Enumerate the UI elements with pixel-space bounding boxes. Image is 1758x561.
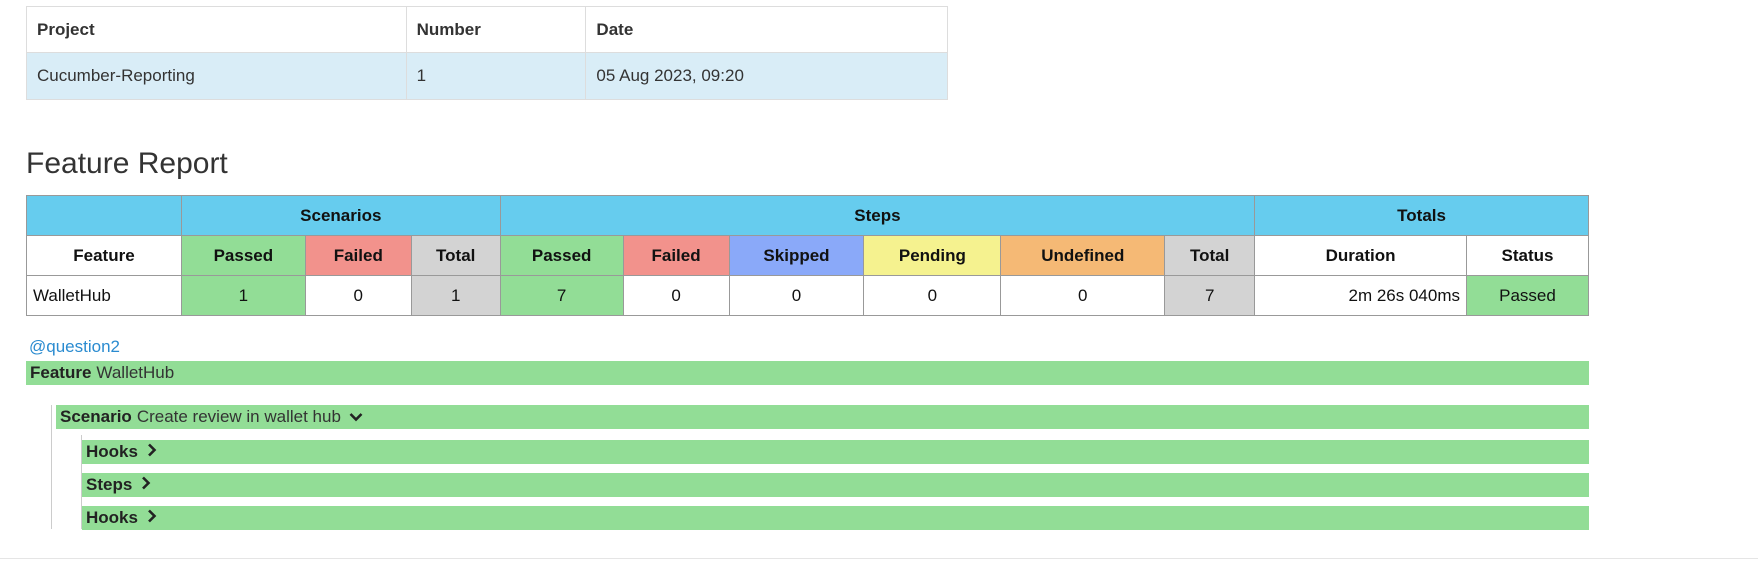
- col-steps-pending[interactable]: Pending: [863, 235, 1002, 276]
- col-feature[interactable]: Feature: [26, 235, 182, 276]
- duration-value: 2m 26s 040ms: [1254, 275, 1467, 316]
- feature-title: WalletHub: [96, 363, 175, 382]
- scenarios-total-value: 1: [410, 275, 501, 316]
- feature-stats-table: Scenarios Steps Totals Feature Passed Fa…: [26, 195, 1590, 316]
- footer-divider: [0, 558, 1758, 559]
- col-scenarios-failed[interactable]: Failed: [304, 235, 412, 276]
- col-steps-undefined[interactable]: Undefined: [1000, 235, 1166, 276]
- steps-passed-value: 7: [499, 275, 624, 316]
- col-steps-skipped[interactable]: Skipped: [728, 235, 865, 276]
- col-duration[interactable]: Duration: [1254, 235, 1467, 276]
- chevron-right-icon: [147, 442, 157, 462]
- steps-undefined-value: 0: [1000, 275, 1166, 316]
- section-label: Hooks: [86, 442, 138, 461]
- table-row: WalletHub 1 0 1 7 0 0 0 0 7 2m 26s 040ms…: [26, 275, 1590, 316]
- scenarios-passed-value: 1: [180, 275, 306, 316]
- feature-keyword: Feature: [30, 363, 92, 382]
- steps-total-value: 7: [1164, 275, 1256, 316]
- steps-failed-value: 0: [622, 275, 730, 316]
- scenario-keyword: Scenario: [60, 407, 132, 426]
- scenario-toggle[interactable]: Scenario Create review in wallet hub: [56, 405, 1589, 429]
- chevron-right-icon: [141, 475, 151, 495]
- date-header: Date: [585, 6, 948, 53]
- build-info-row: Cucumber-Reporting 1 05 Aug 2023, 09:20: [26, 52, 948, 100]
- steps-skipped-value: 0: [728, 275, 865, 316]
- date-value: 05 Aug 2023, 09:20: [585, 52, 948, 100]
- feature-name-link[interactable]: WalletHub: [26, 275, 182, 316]
- col-steps-total[interactable]: Total: [1164, 235, 1256, 276]
- steps-toggle[interactable]: Steps: [82, 473, 1589, 497]
- number-header: Number: [405, 6, 587, 53]
- page-title: Feature Report: [26, 147, 228, 180]
- group-header-totals: Totals: [1254, 195, 1589, 236]
- chevron-right-icon: [147, 508, 157, 528]
- group-header-scenarios: Scenarios: [180, 195, 501, 236]
- scenario-title: Create review in wallet hub: [136, 407, 341, 426]
- col-steps-passed[interactable]: Passed: [499, 235, 624, 276]
- build-info-table: Project Number Date Cucumber-Reporting 1…: [26, 6, 948, 100]
- project-header: Project: [26, 6, 407, 53]
- chevron-down-icon: [349, 407, 363, 427]
- section-label: Steps: [86, 475, 133, 494]
- col-status[interactable]: Status: [1465, 235, 1590, 276]
- project-value: Cucumber-Reporting: [26, 52, 407, 100]
- hooks-before-toggle[interactable]: Hooks: [82, 440, 1589, 464]
- scenario-indent-line: [51, 405, 52, 529]
- group-header-blank: [26, 195, 182, 236]
- section-label: Hooks: [86, 508, 138, 527]
- steps-pending-value: 0: [863, 275, 1002, 316]
- col-scenarios-total[interactable]: Total: [410, 235, 501, 276]
- col-scenarios-passed[interactable]: Passed: [180, 235, 306, 276]
- feature-tag-link[interactable]: @question2: [29, 337, 120, 357]
- number-value: 1: [405, 52, 587, 100]
- group-header-steps: Steps: [499, 195, 1256, 236]
- col-steps-failed[interactable]: Failed: [622, 235, 730, 276]
- scenarios-failed-value: 0: [304, 275, 412, 316]
- feature-bar: Feature WalletHub: [26, 361, 1589, 385]
- status-badge: Passed: [1465, 275, 1590, 316]
- hooks-after-toggle[interactable]: Hooks: [82, 506, 1589, 530]
